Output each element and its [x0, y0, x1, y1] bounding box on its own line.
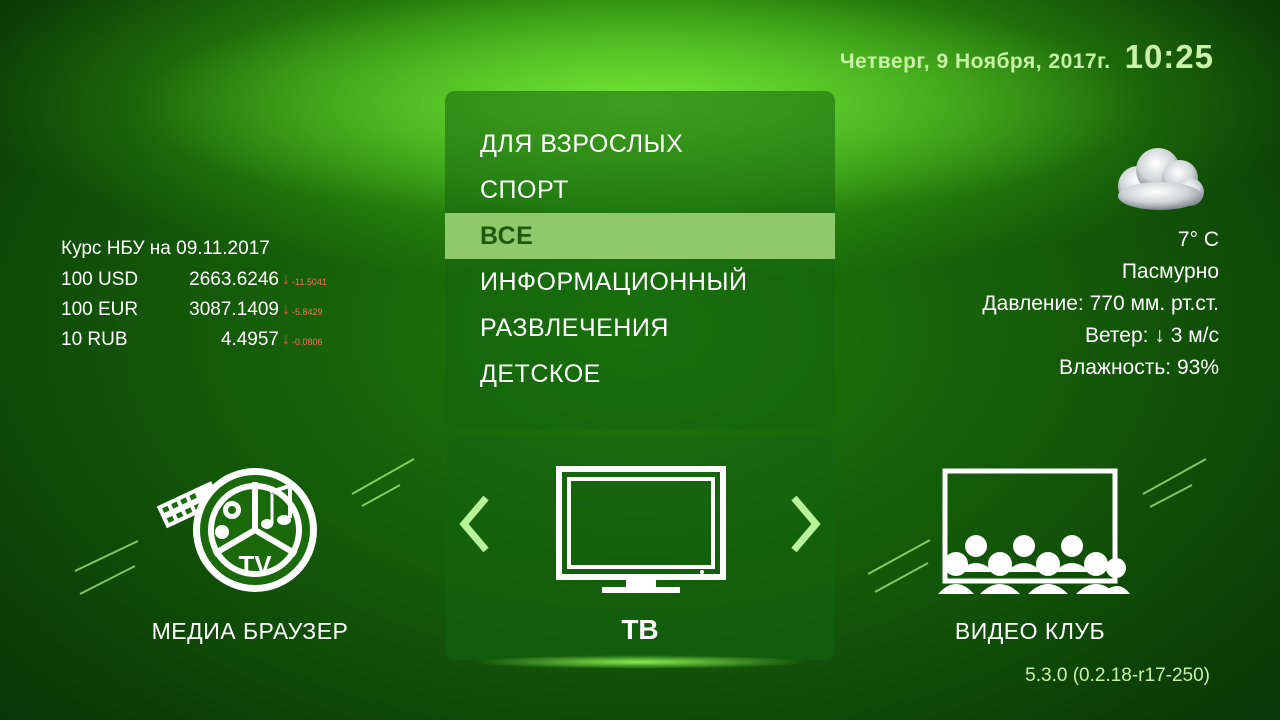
tv-label[interactable]: ТВ	[445, 614, 835, 646]
video-club-icon[interactable]	[938, 468, 1130, 596]
arrow-right-icon[interactable]	[788, 494, 822, 554]
video-club-label[interactable]: ВИДЕО КЛУБ	[880, 618, 1180, 645]
tv-icon[interactable]	[556, 466, 726, 596]
media-browser[interactable]: TV	[150, 462, 325, 597]
arrow-left-icon[interactable]	[458, 494, 492, 554]
media-browser-label[interactable]: МЕДИА БРАУЗЕР	[100, 618, 400, 645]
decorative-lines	[74, 458, 1207, 595]
media-browser-icon-text: TV	[238, 550, 272, 580]
media-browser-icon: TV	[156, 468, 317, 592]
version-text: 5.3.0 (0.2.18-r17-250)	[1025, 665, 1210, 686]
